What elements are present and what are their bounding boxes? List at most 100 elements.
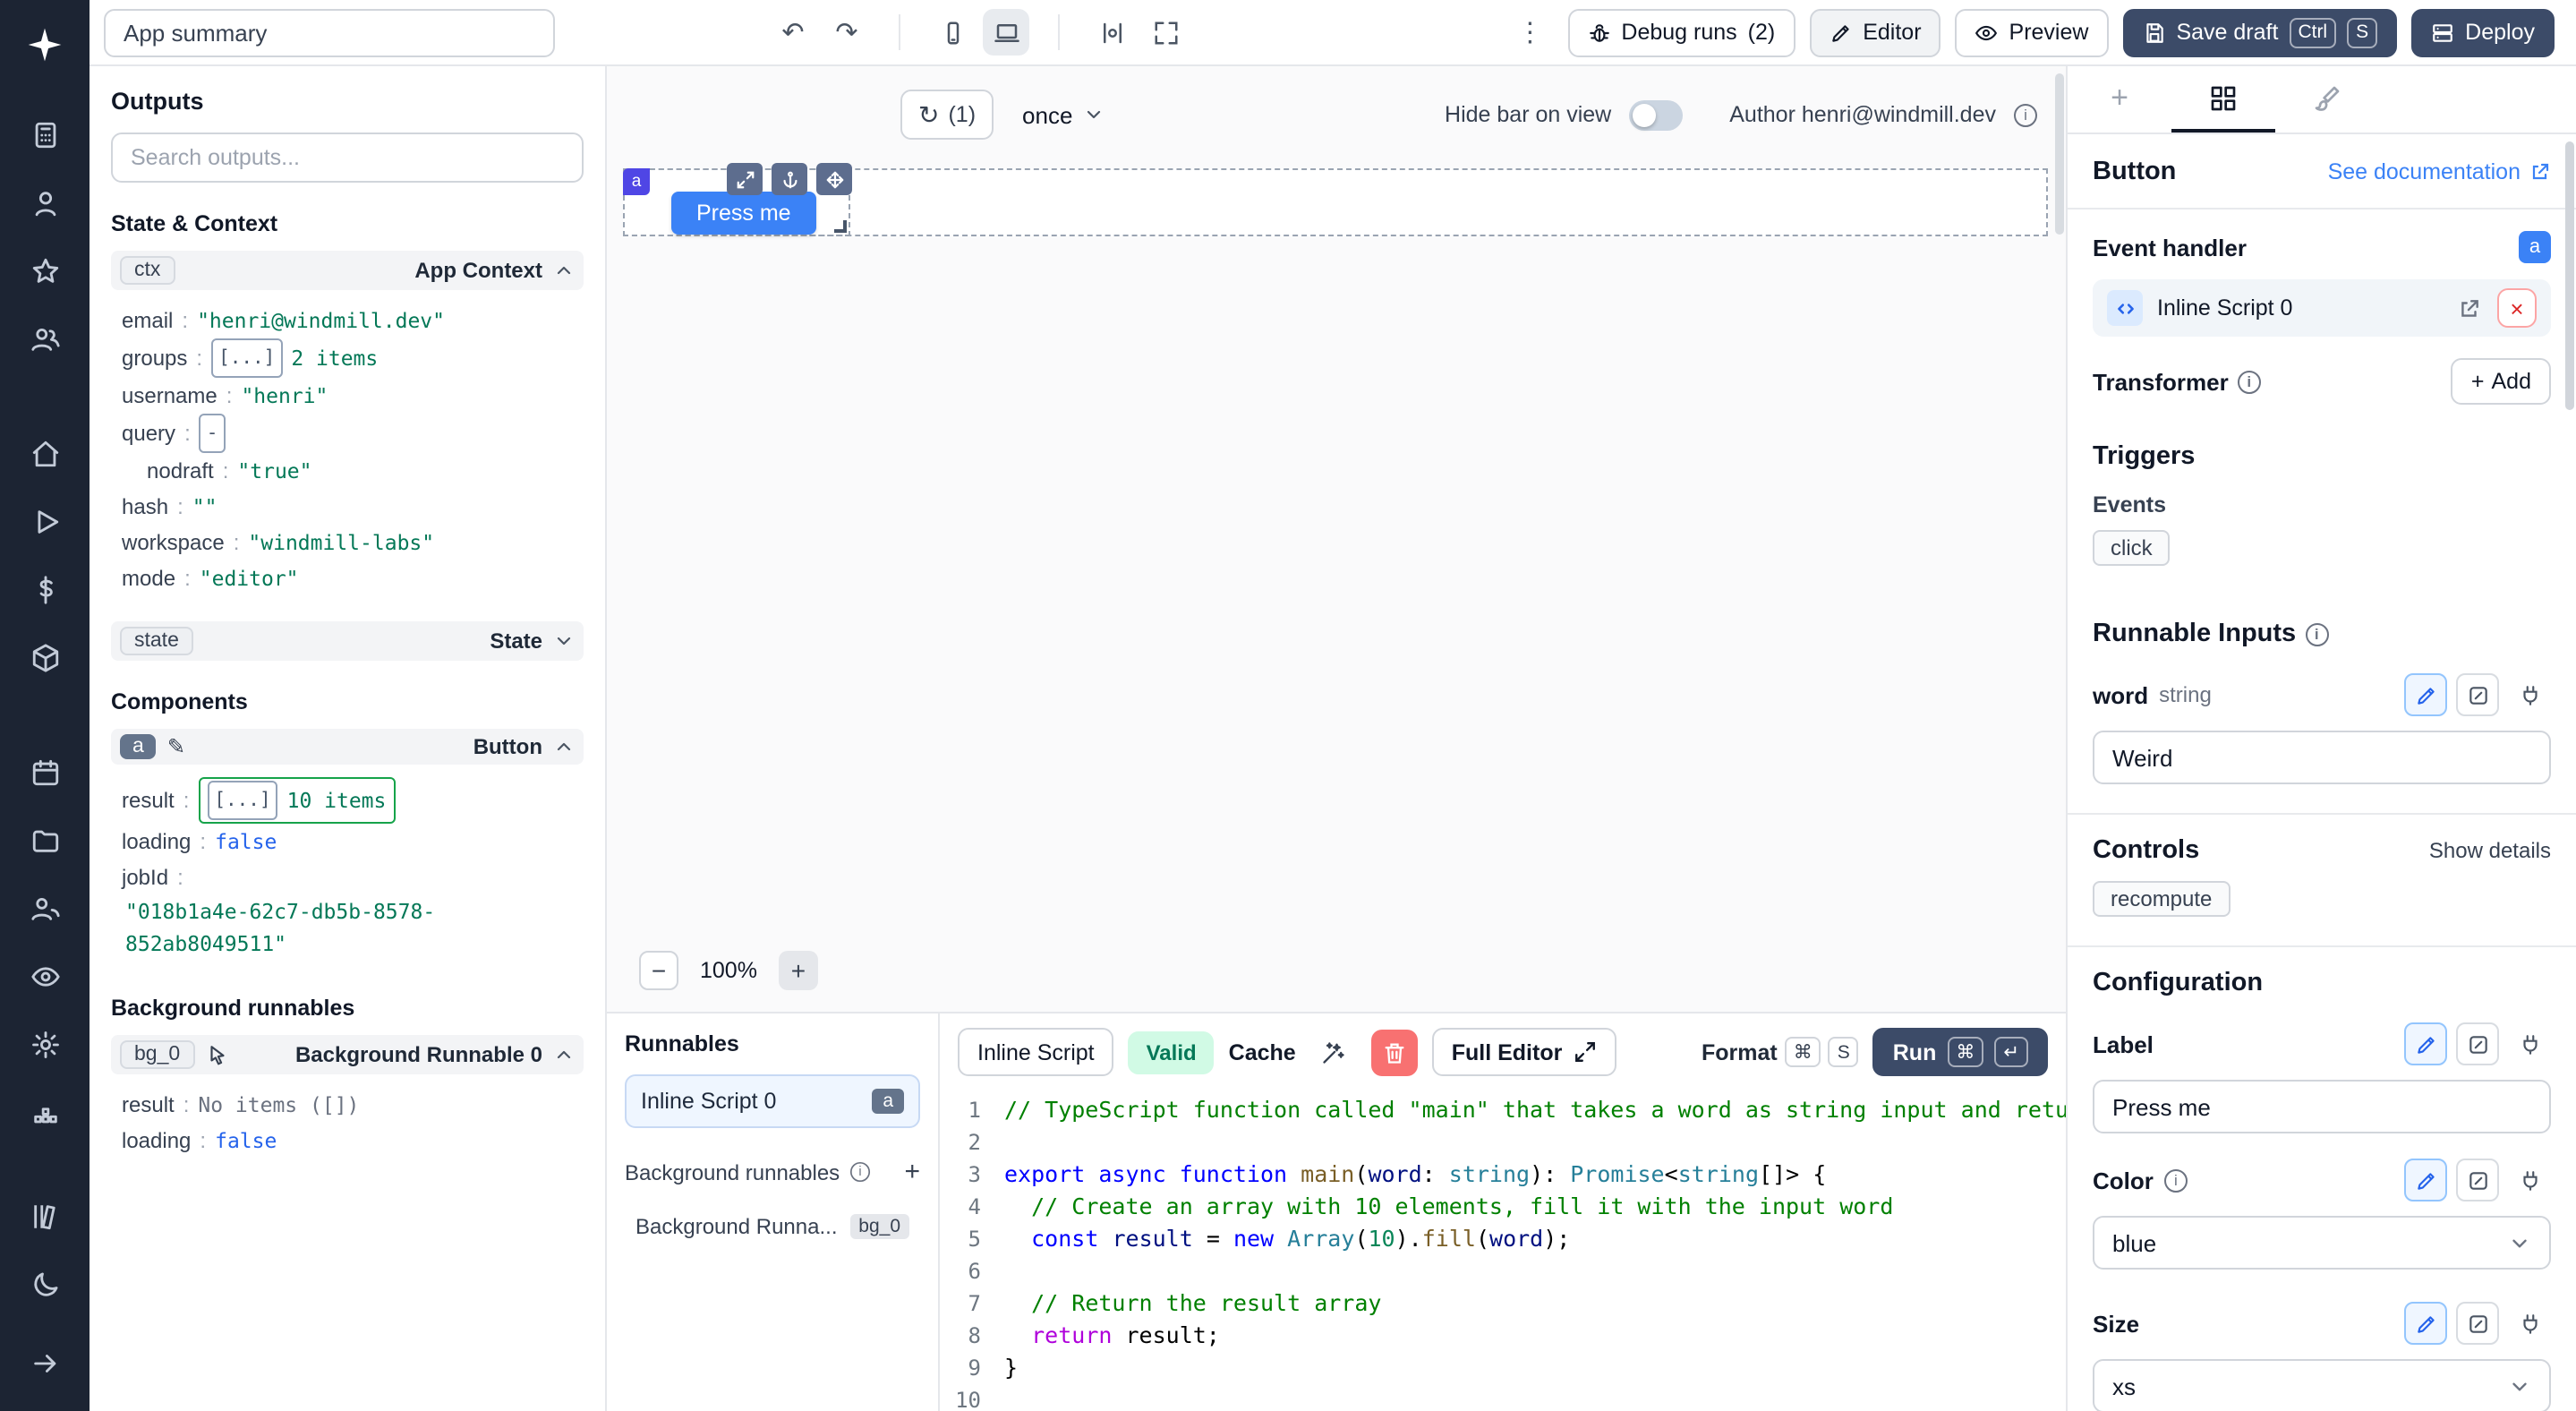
connect-icon[interactable] (2456, 1302, 2499, 1345)
mobile-view-icon[interactable] (929, 9, 976, 56)
ctx-entry[interactable]: email:"henri@windmill.dev" (122, 303, 580, 338)
run-button[interactable]: Run ⌘ ↵ (1873, 1028, 2048, 1076)
resize-handle[interactable] (834, 220, 847, 233)
chevron-up-icon[interactable] (553, 1044, 575, 1065)
code-editor[interactable]: 12345678910 // TypeScript function calle… (940, 1090, 2066, 1411)
eval-plug-icon[interactable] (2508, 1302, 2551, 1345)
connect-icon[interactable] (2456, 1159, 2499, 1201)
ctx-entry[interactable]: nodraft:"true" (122, 453, 580, 489)
zoom-in-icon[interactable]: + (779, 951, 818, 990)
empty-value-chip[interactable]: - (200, 414, 226, 453)
apps-icon[interactable] (14, 107, 75, 161)
undo-icon[interactable]: ↶ (770, 9, 816, 56)
static-edit-icon[interactable] (2404, 1022, 2447, 1065)
cache-button[interactable]: Cache (1229, 1039, 1296, 1065)
editor-button[interactable]: Editor (1809, 8, 1941, 56)
ctx-entry[interactable]: username:"henri" (122, 378, 580, 414)
component-id-tag[interactable]: a (623, 168, 650, 195)
code-line[interactable]: const result = new Array(10).fill(word); (1004, 1223, 2066, 1255)
dark-mode-icon[interactable] (14, 1257, 75, 1311)
color-select[interactable]: blue (2093, 1216, 2551, 1270)
selected-output-highlight[interactable]: [...] 10 items (198, 777, 395, 824)
deploy-button[interactable]: Deploy (2411, 8, 2555, 56)
detach-script-icon[interactable]: × (2497, 288, 2537, 328)
show-details-link[interactable]: Show details (2429, 838, 2551, 863)
ctx-entry[interactable]: workspace:"windmill-labs" (122, 525, 580, 560)
save-draft-button[interactable]: Save draft Ctrl S (2122, 8, 2397, 56)
code-line[interactable] (1004, 1126, 2066, 1159)
code-line[interactable]: // Create an array with 10 elements, fil… (1004, 1191, 2066, 1223)
delete-script-icon[interactable] (1371, 1029, 1418, 1075)
more-menu-icon[interactable]: ⋮ (1506, 9, 1553, 56)
info-icon[interactable]: i (2238, 370, 2261, 393)
see-documentation-link[interactable]: See documentation (2328, 159, 2551, 184)
word-input[interactable] (2093, 731, 2551, 784)
code-line[interactable]: return result; (1004, 1320, 2066, 1352)
panel-scrollbar[interactable] (2565, 141, 2574, 410)
preview-button[interactable]: Preview (1956, 8, 2109, 56)
insert-tab[interactable]: + (2068, 66, 2171, 133)
loading-entry[interactable]: loading:false (122, 824, 580, 859)
format-button[interactable]: Format ⌘ S (1702, 1037, 1859, 1067)
user-icon[interactable] (14, 175, 75, 229)
connect-icon[interactable] (2456, 1022, 2499, 1065)
jobid-value[interactable]: "018b1a4e-62c7-db5b-8578-852ab8049511" (122, 895, 580, 960)
schedule-dropdown[interactable]: once (1011, 90, 1115, 140)
search-outputs-input[interactable] (111, 133, 584, 183)
eval-plug-icon[interactable] (2508, 673, 2551, 716)
code-line[interactable]: // Return the result array (1004, 1287, 2066, 1320)
open-script-icon[interactable] (2451, 290, 2486, 326)
ctx-header[interactable]: ctx App Context (111, 251, 584, 290)
edit-id-icon[interactable]: ✎ (167, 734, 185, 759)
ctx-entry[interactable]: hash:"" (122, 489, 580, 525)
anchor-component-icon[interactable] (772, 163, 807, 195)
code-content[interactable]: // TypeScript function called "main" tha… (1004, 1094, 2066, 1411)
code-line[interactable]: // TypeScript function called "main" tha… (1004, 1094, 2066, 1126)
settings-icon[interactable] (14, 1017, 75, 1071)
chevron-up-icon[interactable] (553, 736, 575, 757)
static-edit-icon[interactable] (2404, 1159, 2447, 1201)
refresh-button[interactable]: ↻ (1) (902, 99, 992, 130)
expand-array-chip[interactable]: [...] (207, 781, 277, 820)
full-editor-button[interactable]: Full Editor (1432, 1028, 1616, 1076)
background-runnable-item[interactable]: Background Runna... bg_0 (625, 1201, 920, 1252)
static-edit-icon[interactable] (2404, 673, 2447, 716)
info-icon[interactable]: i (2014, 103, 2037, 126)
chevron-down-icon[interactable] (553, 630, 575, 652)
eval-plug-icon[interactable] (2508, 1159, 2551, 1201)
static-edit-icon[interactable] (2404, 1302, 2447, 1345)
move-component-icon[interactable] (816, 163, 852, 195)
grid-row[interactable]: Press me a (623, 168, 2048, 236)
label-input[interactable] (2093, 1080, 2551, 1133)
expand-rail-icon[interactable] (14, 1336, 75, 1390)
ctx-entry[interactable]: groups:[...]2 items (122, 338, 580, 378)
variables-icon[interactable] (14, 562, 75, 616)
home-icon[interactable] (14, 426, 75, 480)
expand-component-icon[interactable] (727, 163, 763, 195)
ctx-entry[interactable]: query:- (122, 414, 580, 453)
center-layout-icon[interactable] (1088, 9, 1135, 56)
windmill-logo[interactable] (18, 18, 72, 72)
desktop-view-icon[interactable] (983, 9, 1029, 56)
info-icon[interactable]: i (2305, 622, 2328, 646)
state-header[interactable]: state State (111, 621, 584, 661)
ctx-entry[interactable]: mode:"editor" (122, 560, 580, 596)
loading-entry[interactable]: loading:false (122, 1123, 580, 1159)
info-icon[interactable]: i (2164, 1168, 2188, 1192)
schedules-icon[interactable] (14, 745, 75, 799)
audit-logs-icon[interactable] (14, 949, 75, 1003)
component-a-header[interactable]: a ✎ Button (111, 729, 584, 765)
app-summary-input[interactable] (104, 8, 555, 56)
canvas-scrollbar[interactable] (2055, 73, 2064, 235)
star-icon[interactable] (14, 244, 75, 297)
docs-icon[interactable] (14, 1189, 75, 1243)
jobid-entry[interactable]: jobId: (122, 859, 580, 895)
folders-icon[interactable] (14, 813, 75, 867)
chevron-up-icon[interactable] (553, 260, 575, 281)
app-canvas[interactable]: ↻ (1) once Hide bar on view Au (607, 66, 2066, 1012)
bg0-header[interactable]: bg_0 Background Runnable 0 (111, 1035, 584, 1074)
code-line[interactable] (1004, 1255, 2066, 1287)
attached-script-row[interactable]: Inline Script 0 × (2093, 279, 2551, 337)
debug-runs-button[interactable]: Debug runs (2) (1567, 8, 1795, 56)
code-line[interactable] (1004, 1384, 2066, 1411)
